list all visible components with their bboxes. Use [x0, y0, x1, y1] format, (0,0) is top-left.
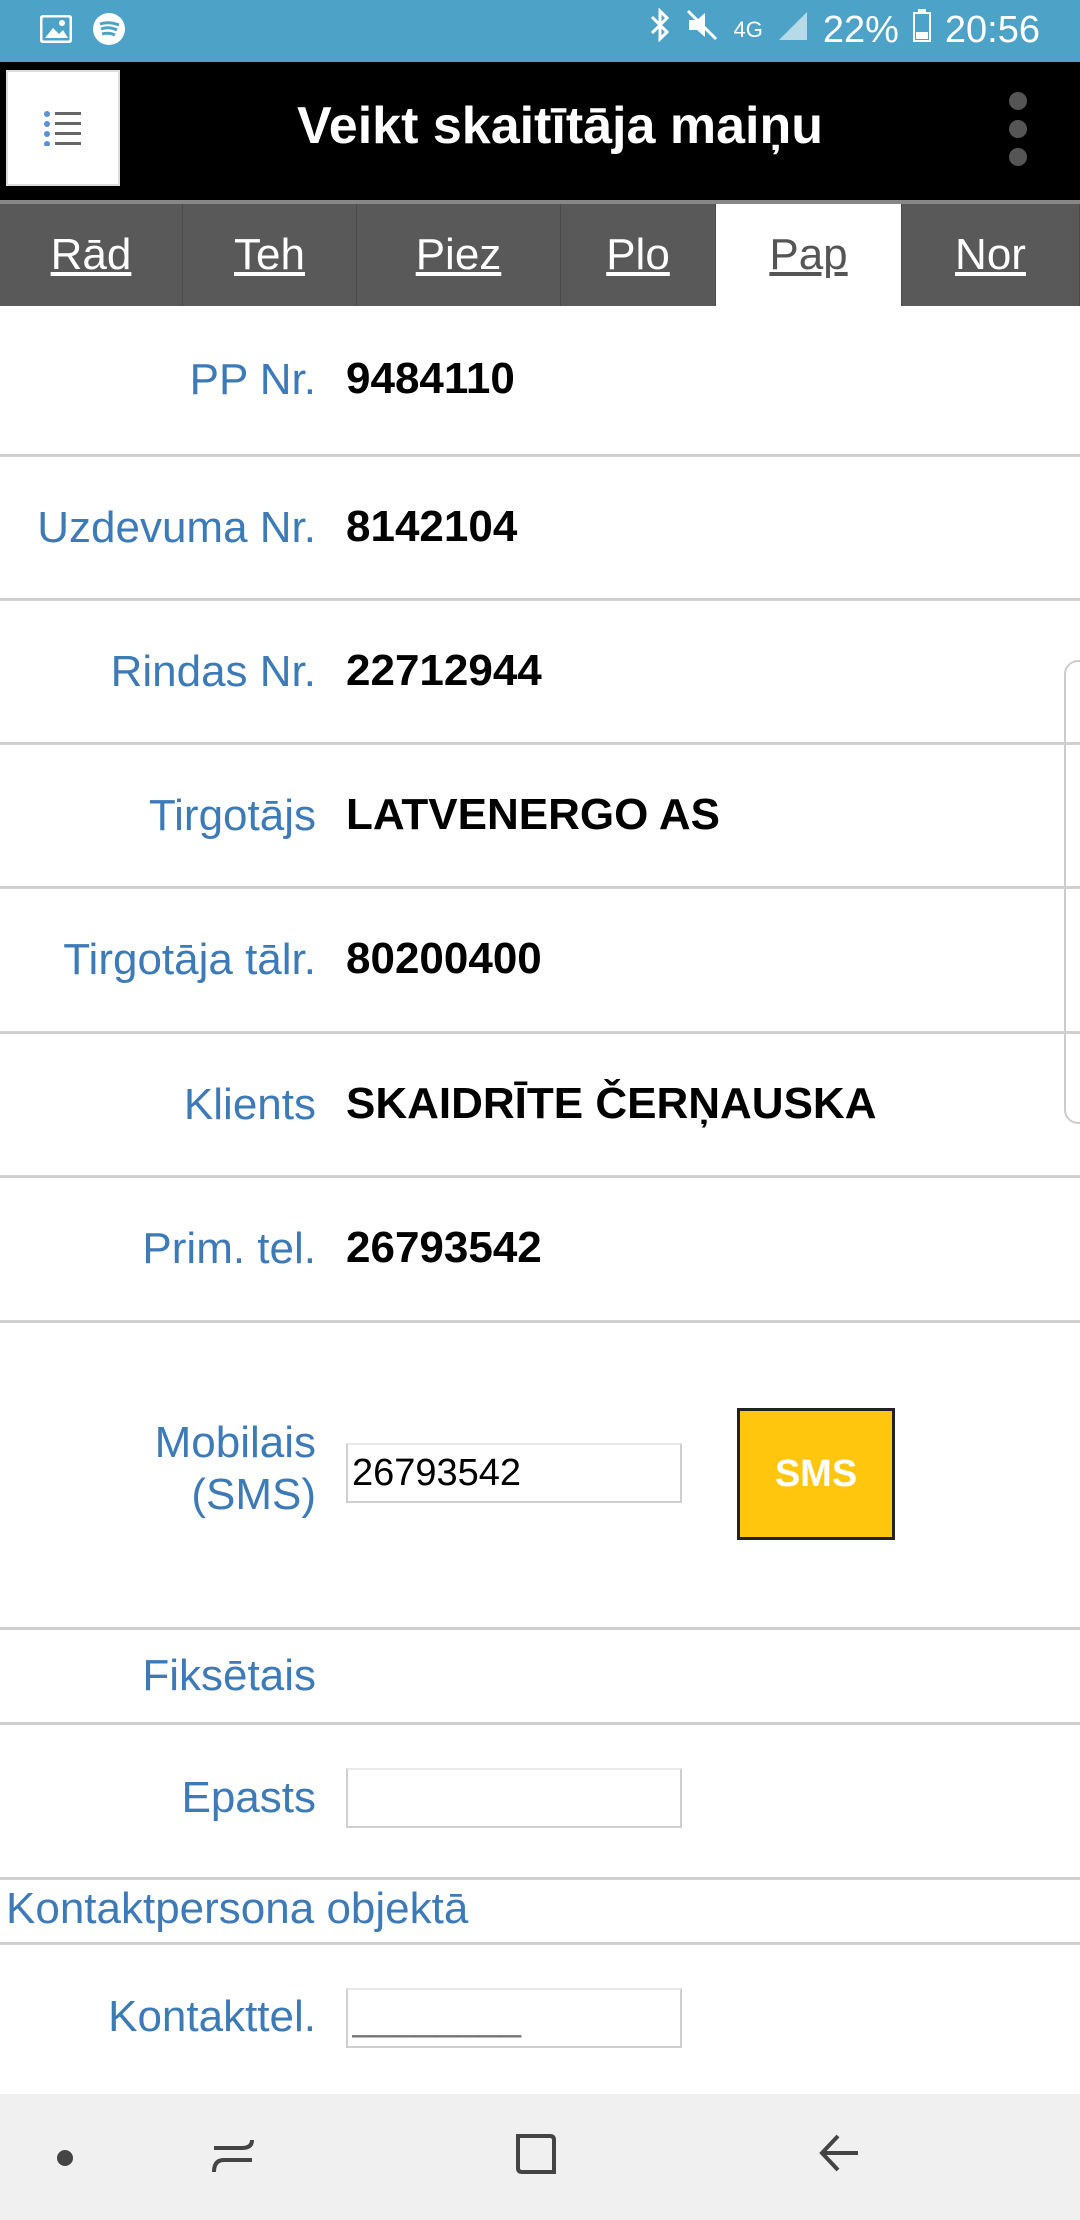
- field-label: Mobilais (SMS): [155, 1417, 316, 1521]
- scrollbar[interactable]: [1064, 660, 1080, 1124]
- field-label: Tirgotāja tālr.: [63, 935, 316, 984]
- row-pp-nr: PP Nr. 9484110: [0, 306, 1080, 457]
- sms-button[interactable]: SMS: [737, 1408, 895, 1540]
- tab-pap[interactable]: Pap: [716, 204, 902, 306]
- field-label: Uzdevuma Nr.: [37, 503, 316, 552]
- field-label: Epasts: [181, 1773, 316, 1822]
- field-value: 80200400: [346, 934, 542, 983]
- page-title: Veikt skaitītāja maiņu: [296, 97, 824, 155]
- section-heading: Kontaktpersona objektā: [6, 1884, 469, 1933]
- image-icon: [39, 14, 73, 48]
- more-options-icon[interactable]: [1006, 92, 1030, 172]
- tab-piez[interactable]: Piez: [357, 204, 561, 306]
- field-value: 26793542: [346, 1223, 542, 1272]
- mobile-sms-input[interactable]: [346, 1443, 682, 1503]
- field-label: Rindas Nr.: [110, 647, 316, 696]
- field-label: PP Nr.: [189, 355, 316, 404]
- tab-plo[interactable]: Plo: [561, 204, 716, 306]
- tab-teh[interactable]: Teh: [183, 204, 357, 306]
- row-kontakttel: Kontakttel.: [0, 1945, 1080, 2094]
- app-bar: Veikt skaitītāja maiņu: [0, 62, 1080, 200]
- field-value: 22712944: [346, 646, 542, 695]
- row-rindas-nr: Rindas Nr. 22712944: [0, 601, 1080, 745]
- network-type: 4G: [733, 17, 763, 42]
- row-klients: Klients SKAIDRĪTE ČERŅAUSKA: [0, 1034, 1080, 1178]
- row-tirgotaja-talr: Tirgotāja tālr. 80200400: [0, 889, 1080, 1034]
- field-label: Prim. tel.: [142, 1224, 316, 1273]
- field-value: SKAIDRĪTE ČERŅAUSKA: [346, 1079, 877, 1128]
- field-label-line2: (SMS): [191, 1470, 316, 1519]
- battery-icon: [912, 8, 931, 52]
- contact-phone-field[interactable]: [346, 1988, 682, 2048]
- signal-icon: [777, 9, 809, 52]
- tab-bar: Rād Teh Piez Plo Pap Nor: [0, 200, 1080, 306]
- email-field[interactable]: [346, 1768, 682, 1828]
- tab-rad[interactable]: Rād: [0, 204, 183, 306]
- field-value: 8142104: [346, 502, 518, 551]
- section-kontaktpersona: Kontaktpersona objektā: [0, 1880, 1080, 1945]
- bluetooth-icon: [649, 7, 671, 52]
- row-uzdevuma-nr: Uzdevuma Nr. 8142104: [0, 457, 1080, 601]
- clock: 20:56: [944, 8, 1040, 51]
- field-value: 9484110: [346, 354, 515, 403]
- recent-apps-icon[interactable]: [210, 2130, 256, 2180]
- status-bar: 4G 22% 20:56: [0, 0, 1080, 62]
- field-label: Tirgotājs: [148, 791, 316, 840]
- dot-icon[interactable]: [56, 2149, 74, 2167]
- field-label: Klients: [183, 1080, 316, 1129]
- row-mobilais: Mobilais (SMS) SMS: [0, 1323, 1080, 1630]
- row-prim-tel: Prim. tel. 26793542: [0, 1178, 1080, 1323]
- field-label-line1: Mobilais: [154, 1418, 316, 1467]
- spotify-icon: [92, 12, 126, 51]
- row-tirgotajs: Tirgotājs LATVENERGO AS: [0, 745, 1080, 889]
- battery-percent: 22%: [822, 8, 899, 51]
- field-value: LATVENERGO AS: [346, 790, 721, 839]
- home-icon[interactable]: [514, 2130, 558, 2178]
- tab-nor[interactable]: Nor: [902, 204, 1080, 306]
- back-icon[interactable]: [816, 2130, 862, 2176]
- row-fiksetais: Fiksētais: [0, 1630, 1080, 1725]
- row-epasts: Epasts: [0, 1725, 1080, 1880]
- field-label: Kontakttel.: [108, 1992, 316, 2041]
- navigation-bar: [0, 2094, 1080, 2220]
- field-label: Fiksētais: [142, 1651, 316, 1700]
- mute-icon: [685, 8, 719, 52]
